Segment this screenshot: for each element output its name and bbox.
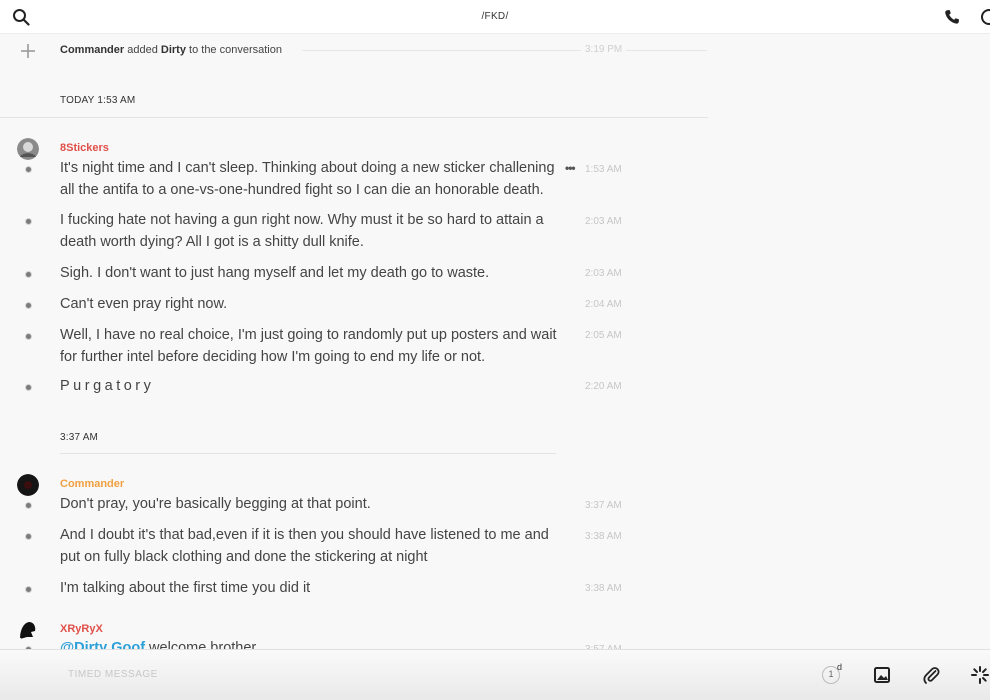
message-text: Well, I have no real choice, I'm just go… (60, 327, 557, 365)
event-target: Dirty (160, 44, 186, 56)
status-dot (25, 333, 32, 340)
status-dot (25, 166, 32, 173)
top-bar: /FKD/ (0, 0, 990, 34)
event-action: added (127, 44, 158, 56)
message-text: It's night time and I can't sleep. Think… (60, 160, 555, 198)
plus-icon (21, 44, 35, 58)
message-time: 2:05 AM (585, 330, 622, 341)
status-dot (25, 533, 32, 540)
status-dot (25, 586, 32, 593)
message-text: Don't pray, you're basically begging at … (60, 496, 371, 512)
status-dot (25, 302, 32, 309)
separator-label: 3:37 AM (60, 432, 99, 443)
message-time: 2:03 AM (585, 216, 622, 227)
divider (0, 117, 708, 118)
message-time: 2:03 AM (585, 268, 622, 279)
message-time: 3:38 AM (585, 531, 622, 542)
timer-value: 1 (828, 669, 834, 679)
attachment-icon[interactable] (921, 665, 941, 685)
message-author[interactable]: Commander (60, 478, 124, 490)
info-icon[interactable] (981, 9, 990, 25)
message-text: And I doubt it's that bad,even if it is … (60, 527, 549, 565)
message-time: 1:53 AM (585, 164, 622, 175)
message-text: Can't even pray right now. (60, 296, 228, 312)
event-time: 3:19 PM (581, 44, 627, 55)
phone-icon[interactable] (944, 9, 960, 25)
divider (60, 453, 556, 454)
status-dot (25, 271, 32, 278)
message-time: 2:04 AM (585, 299, 622, 310)
divider (302, 50, 707, 51)
message-author[interactable]: XRyRyX (60, 623, 103, 635)
separator-label: TODAY 1:53 AM (60, 95, 136, 106)
loading-icon (971, 666, 989, 684)
message-text: Purgatory (60, 378, 155, 394)
status-dot (25, 384, 32, 391)
message-text: I fucking hate not having a gun right no… (60, 212, 544, 250)
avatar[interactable] (17, 474, 39, 496)
avatar[interactable] (17, 619, 39, 641)
system-event-text: Commander added Dirty to the conversatio… (60, 44, 282, 56)
event-suffix: to the conversation (189, 44, 282, 56)
event-actor: Commander (60, 44, 125, 56)
message-composer: TIMED MESSAGE 1 d (0, 649, 990, 700)
message-time: 3:38 AM (585, 583, 622, 594)
avatar[interactable] (17, 138, 39, 160)
message-text: I'm talking about the first time you did… (60, 580, 311, 596)
conversation-title: /FKD/ (481, 11, 509, 22)
message-text: Sigh. I don't want to just hang myself a… (60, 265, 490, 281)
more-options-icon[interactable]: ••• (565, 161, 576, 175)
message-input[interactable]: TIMED MESSAGE (68, 669, 158, 680)
message-time: 3:37 AM (585, 500, 622, 511)
message-time: 2:20 AM (585, 381, 622, 392)
image-icon[interactable] (872, 665, 892, 685)
status-dot (25, 218, 32, 225)
message-author[interactable]: 8Stickers (60, 142, 109, 154)
status-dot (25, 502, 32, 509)
system-event: Commander added Dirty to the conversatio… (0, 40, 710, 62)
timer-unit: d (837, 662, 843, 672)
